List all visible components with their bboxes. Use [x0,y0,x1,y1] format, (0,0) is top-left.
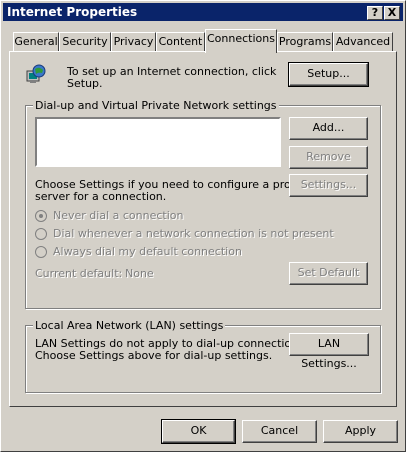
proxy-instruction-line2: server for a connection. [35,190,167,203]
tab-advanced[interactable]: Advanced [333,32,393,52]
lan-text-line2: Choose Settings above for dial-up settin… [35,349,273,362]
lan-group-label: Local Area Network (LAN) settings [33,319,226,332]
tab-connections[interactable]: Connections [205,29,277,53]
window-title: Internet Properties [7,5,138,19]
tab-programs[interactable]: Programs [277,32,333,52]
title-bar[interactable]: Internet Properties ? X [3,3,403,21]
internet-properties-window: Internet Properties ? X General Security… [0,0,406,452]
radio-always-dial-label: Always dial my default connection [53,245,242,258]
dialup-group-label: Dial-up and Virtual Private Network sett… [33,99,279,112]
current-default-label: Current default: [35,267,123,280]
radio-dial-whenever-label: Dial whenever a network connection is no… [53,227,334,240]
set-default-button[interactable]: Set Default [289,262,368,285]
tab-security[interactable]: Security [59,32,111,52]
radio-never-dial-label: Never dial a connection [53,209,184,222]
close-button[interactable]: X [384,6,400,20]
tab-general[interactable]: General [13,32,59,52]
cancel-button[interactable]: Cancel [242,420,317,443]
setup-button[interactable]: Setup... [288,62,369,87]
add-button[interactable]: Add... [289,117,368,140]
help-button[interactable]: ? [367,6,383,20]
apply-button[interactable]: Apply [323,420,398,443]
lan-settings-button[interactable]: LAN Settings... [289,333,369,370]
current-default-value: None [125,267,154,280]
radio-dial-whenever[interactable] [35,228,47,240]
globe-computer-icon [25,63,47,85]
tab-content[interactable]: Content [156,32,205,52]
setup-text-line2: Setup. [67,77,103,90]
settings-button[interactable]: Settings... [289,174,368,197]
tab-privacy[interactable]: Privacy [111,32,156,52]
connections-listbox[interactable] [35,117,281,167]
radio-never-dial[interactable] [35,210,47,222]
radio-always-dial[interactable] [35,246,47,258]
ok-button[interactable]: OK [161,419,236,444]
remove-button[interactable]: Remove [289,146,368,169]
